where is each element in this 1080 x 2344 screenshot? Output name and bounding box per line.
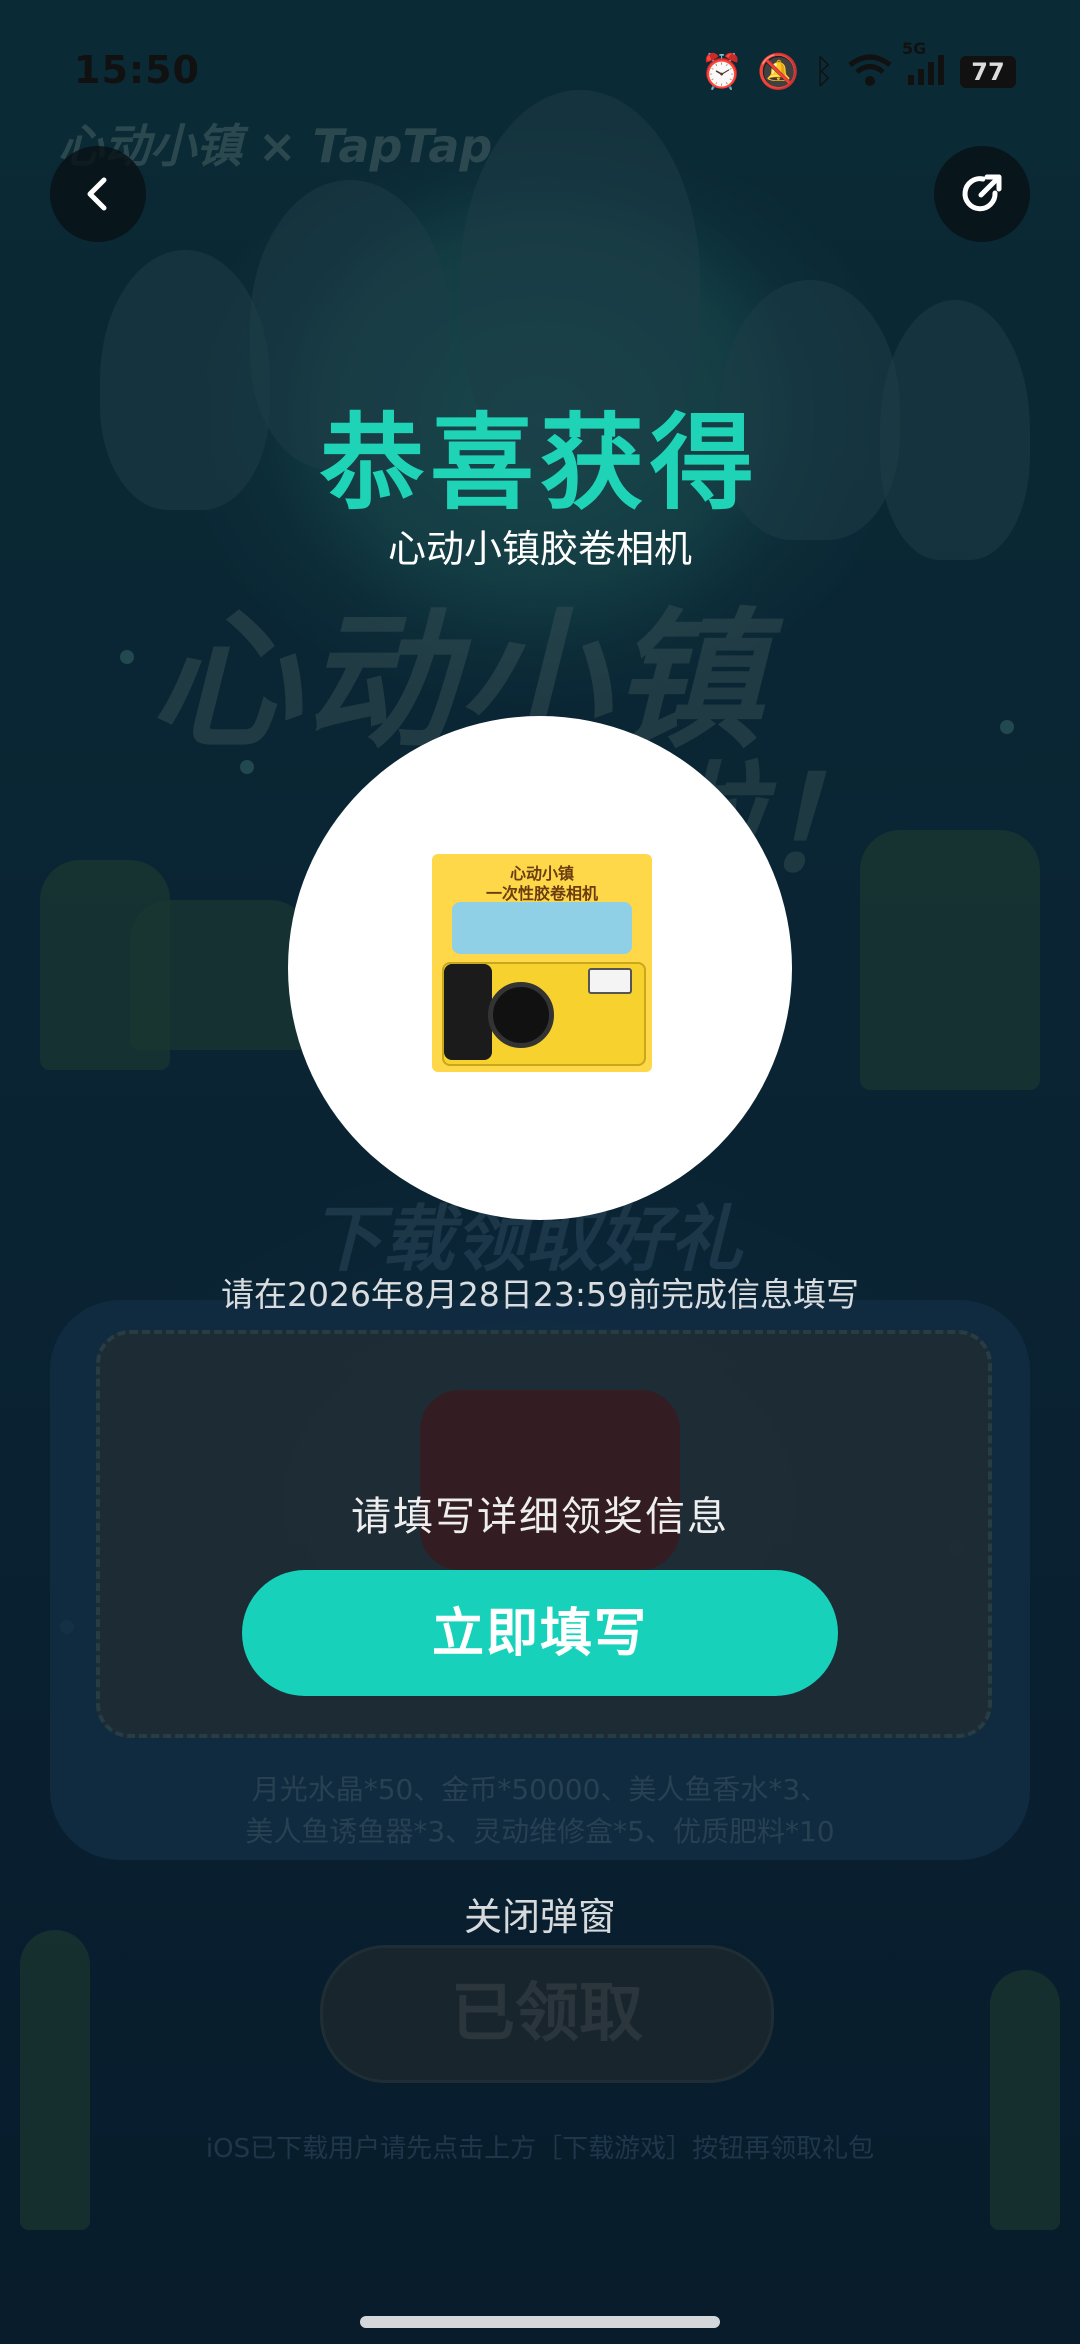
fill-info-hint: 请填写详细领奖信息 [351, 1494, 729, 1540]
prize-illustration [452, 902, 632, 954]
share-button[interactable] [934, 146, 1030, 242]
camera-lens [488, 982, 554, 1048]
prize-image: 心动小镇 一次性胶卷相机 [432, 854, 652, 1072]
back-button[interactable] [50, 146, 146, 242]
signal-label: 5G [902, 39, 927, 58]
chevron-left-icon [87, 177, 107, 211]
alarm-icon: ⏰ [700, 52, 744, 92]
home-indicator[interactable] [360, 2316, 720, 2328]
wifi-icon [848, 53, 892, 91]
cellular-signal-icon: 5G [902, 39, 946, 91]
status-icons: ⏰ 🔕 ᛒ 5G 77 [700, 39, 1016, 92]
modal-title: 恭喜获得 [319, 402, 760, 524]
close-popup-link[interactable]: 关闭弹窗 [0, 1886, 1080, 1941]
prize-image-caption-line2: 一次性胶卷相机 [485, 884, 598, 903]
status-time: 15:50 [74, 48, 200, 92]
battery-indicator: 77 [960, 56, 1016, 88]
status-bar: 15:50 ⏰ 🔕 ᛒ 5G 77 [0, 0, 1080, 140]
mute-bell-icon: 🔕 [757, 52, 800, 92]
share-icon [962, 174, 1002, 212]
fill-now-button[interactable]: 立即填写 [242, 1570, 838, 1696]
camera-flash [588, 968, 632, 994]
prize-name: 心动小镇胶卷相机 [387, 527, 692, 571]
deadline-text: 请在2026年8月28日23:59前完成信息填写 [220, 1275, 860, 1314]
camera-grip [444, 964, 492, 1060]
bluetooth-icon: ᛒ [813, 52, 834, 92]
